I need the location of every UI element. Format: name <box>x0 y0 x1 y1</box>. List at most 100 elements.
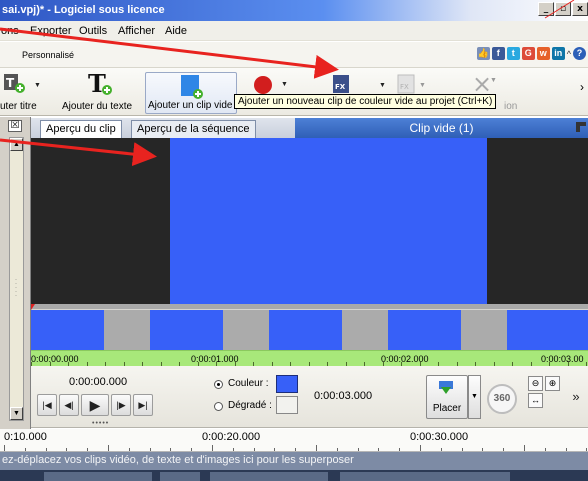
tab-clip-preview[interactable]: Aperçu du clip <box>40 120 122 138</box>
ribbon-tab-personnalise[interactable]: Personnalisé <box>22 50 74 60</box>
help-icon[interactable]: ? <box>573 47 586 60</box>
ruler-tick <box>399 448 401 451</box>
collapse-ribbon-icon[interactable]: ^ <box>567 49 571 59</box>
color-label: Couleur : <box>228 378 269 389</box>
track-clip[interactable] <box>44 472 152 481</box>
window-titlebar: sai.vpj)* - Logiciel sous licence _ ▫ x <box>0 0 588 21</box>
title-icon: T <box>4 74 25 93</box>
previous-frame-button[interactable]: ◀| <box>59 394 79 416</box>
add-blank-clip-button[interactable]: Ajouter un clip vide <box>145 72 237 114</box>
svg-text:FX: FX <box>335 83 346 91</box>
facebook-icon[interactable]: f <box>491 47 505 60</box>
ruler-tick <box>357 448 359 451</box>
rotate-360-button[interactable]: 360 <box>487 384 517 414</box>
linkedin-icon[interactable]: in <box>551 47 565 60</box>
track-clip[interactable] <box>160 472 200 481</box>
ruler-tick <box>461 448 463 451</box>
weibo-icon[interactable]: w <box>536 47 550 60</box>
add-text-button[interactable]: T Ajouter du texte <box>60 70 144 114</box>
ruler-tick <box>440 448 442 451</box>
blank-clip-icon <box>181 75 203 99</box>
menu-item-afficher[interactable]: Afficher <box>118 25 155 37</box>
video-track-strip[interactable] <box>0 470 588 481</box>
place-dropdown[interactable]: ▼ <box>468 375 481 419</box>
go-to-end-button[interactable]: ▶| <box>133 394 153 416</box>
minimize-button[interactable]: _ <box>538 2 554 16</box>
zoom-out-icon[interactable]: ⊖ <box>528 376 543 391</box>
ruler-tick <box>108 445 109 451</box>
like-icon[interactable]: 👍 <box>476 47 490 60</box>
vertical-scrollbar[interactable]: ▲ · · · · · ▼ <box>9 137 24 421</box>
preview-tabs: Aperçu du clip Aperçu de la séquence Cli… <box>31 118 588 138</box>
timecode-label: 0:00:03.00 <box>541 354 584 364</box>
timecode-label: 0:00:00.000 <box>31 354 79 364</box>
maximize-button[interactable]: ▫ <box>555 2 571 16</box>
ruler-tick <box>544 448 546 451</box>
menu-item-options[interactable]: ons <box>1 25 19 37</box>
more-options-button[interactable]: » <box>565 380 587 414</box>
undock-icon[interactable] <box>576 122 586 132</box>
toolbar-overflow-icon[interactable]: › <box>580 80 584 94</box>
next-frame-button[interactable]: |▶ <box>111 394 131 416</box>
gradient-radio[interactable] <box>214 402 223 411</box>
scroll-down-icon[interactable]: ▼ <box>10 407 23 420</box>
ruler-tick <box>191 448 193 451</box>
timecode-label: 0:00:30.000 <box>410 431 469 443</box>
thumbnail-frame <box>269 310 342 350</box>
clip-name: Clip vide (1) <box>409 121 474 135</box>
menu-item-outils[interactable]: Outils <box>79 25 107 37</box>
ruler-tick <box>149 448 151 451</box>
close-window-button[interactable]: x <box>572 2 588 16</box>
chevron-down-icon: ▼ <box>379 82 386 89</box>
track-clip[interactable] <box>210 472 328 481</box>
play-button[interactable]: ▶ <box>81 394 109 416</box>
ribbon-tab-strip: Personnalisé 👍 f t G w in ^ ? <box>0 42 588 68</box>
fit-width-icon[interactable]: ↔ <box>528 393 543 408</box>
zoom-in-icon[interactable]: ⊕ <box>545 376 560 391</box>
track-clip[interactable] <box>340 472 510 481</box>
svg-text:T: T <box>6 76 15 90</box>
chevron-down-icon: ▼ <box>34 82 41 89</box>
add-title-label: uter titre <box>0 101 37 112</box>
svg-text:FX: FX <box>400 83 409 91</box>
tab-sequence-preview[interactable]: Aperçu de la séquence <box>131 120 256 138</box>
gradient-swatch[interactable] <box>276 396 298 414</box>
left-panel: ☒ ▲ · · · · · ▼ <box>0 117 31 429</box>
place-button[interactable]: Placer <box>426 375 468 419</box>
overlay-track-hint: ez-déplacez vos clips vidéo, de texte et… <box>2 454 354 466</box>
gradient-label: Dégradé : <box>228 400 272 411</box>
add-title-button[interactable]: T ▼ uter titre <box>0 72 58 114</box>
menu-item-aide[interactable]: Aide <box>165 25 187 37</box>
color-swatch[interactable] <box>276 375 298 393</box>
thumbnail-frame <box>150 310 223 350</box>
twitter-icon[interactable]: t <box>506 47 520 60</box>
menu-item-exporter[interactable]: Exporter <box>30 25 72 37</box>
clip-timeline[interactable]: 0:00:00.000 0:00:01.000 0:00:02.000 0:00… <box>31 304 588 366</box>
ruler-tick <box>87 448 89 451</box>
googleplus-icon[interactable]: G <box>521 47 535 60</box>
ruler-tick <box>128 448 130 451</box>
scroll-up-icon[interactable]: ▲ <box>10 138 23 151</box>
overlay-track[interactable]: ez-déplacez vos clips vidéo, de texte et… <box>0 452 588 470</box>
clip-duration[interactable]: 0:00:03.000 <box>314 390 372 402</box>
disabled-effect-icon: FX <box>397 74 415 94</box>
ruler-tick <box>45 448 47 451</box>
ruler-tick <box>420 445 421 451</box>
clip-preview <box>31 138 588 304</box>
ruler-tick <box>24 448 26 451</box>
thumbnail-frame <box>223 310 269 350</box>
panel-close-icon[interactable]: ☒ <box>8 120 22 132</box>
timecode-label: 0:00:20.000 <box>202 431 261 443</box>
ruler-tick <box>316 445 317 451</box>
color-radio[interactable] <box>214 380 223 389</box>
project-timeline-ruler[interactable]: 0:10.000 0:00:20.000 0:00:30.000 <box>0 429 588 452</box>
window-title: sai.vpj)* - Logiciel sous licence <box>2 4 165 16</box>
delete-label-suffix: ion <box>504 101 518 112</box>
go-to-start-button[interactable]: |◀ <box>37 394 57 416</box>
clip-name-header: Clip vide (1) <box>295 118 588 138</box>
ruler-tick <box>336 448 338 451</box>
splitter-grip-icon[interactable]: ••••• <box>92 420 109 427</box>
thumbnail-frame <box>388 310 461 350</box>
playback-controls: 0:00:00.000 |◀ ◀| ▶ |▶ ▶| ••••• Couleur … <box>31 366 588 428</box>
menu-bar: ons Exporter Outils Afficher Aide <box>0 21 588 41</box>
